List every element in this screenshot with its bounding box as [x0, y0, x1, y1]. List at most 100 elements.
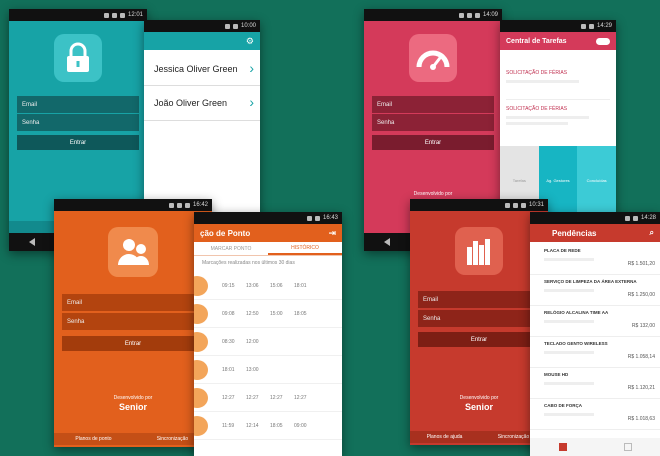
contact-name: João Oliver Green: [154, 98, 228, 108]
day-badge: [194, 332, 208, 352]
day-badge: [194, 388, 208, 408]
status-time: 10:31: [528, 202, 544, 208]
item-value: R$ 1.250,00: [627, 292, 655, 298]
time-cell: 08:30: [222, 338, 235, 345]
time-cell: 12:50: [246, 310, 259, 317]
back-icon[interactable]: [383, 238, 390, 246]
powered-by-text: Desenvolvido por: [459, 395, 499, 401]
phone-red-login: 10:31 Email Senha Entrar Desenvolvido po…: [410, 199, 548, 445]
contacts-app-bar: ⚙: [144, 32, 260, 50]
list-item[interactable]: RELÓGIO ALCALINA TIME AA R$ 132,00: [530, 306, 660, 337]
status-time: 16:43: [322, 215, 338, 221]
time-cell: 12:14: [246, 422, 259, 429]
status-time: 14:29: [596, 23, 612, 29]
footer-link-left[interactable]: Planos de ajuda: [410, 431, 479, 443]
status-bar: 16:43: [194, 212, 342, 224]
password-field[interactable]: Senha: [372, 114, 494, 131]
status-bar: 12:01: [9, 9, 147, 21]
password-field[interactable]: Senha: [62, 313, 204, 330]
login-button[interactable]: Entrar: [372, 135, 494, 150]
table-row[interactable]: 18:01 13:00: [194, 356, 342, 384]
task-entry[interactable]: SOLICITAÇÃO DE FÉRIAS: [506, 102, 610, 142]
time-cell: 18:05: [270, 422, 283, 429]
status-bar: 14:29: [500, 20, 616, 32]
search-icon[interactable]: ⌕: [650, 228, 654, 238]
status-time: 14:28: [640, 215, 656, 221]
table-row[interactable]: 09:15 13:06 15:06 18:01: [194, 272, 342, 300]
time-cell: 09:15: [222, 282, 235, 289]
chevron-right-icon: ›: [249, 94, 254, 110]
login-button[interactable]: Entrar: [418, 332, 540, 347]
bottom-nav: [530, 438, 660, 456]
logout-icon[interactable]: ⇥: [328, 228, 336, 239]
list-item[interactable]: TECLADO GENTO WIRELESS R$ 1.058,14: [530, 337, 660, 368]
chart-bars-icon: [455, 227, 503, 275]
status-bar: 16:42: [54, 199, 212, 211]
list-item[interactable]: Jessica Oliver Green ›: [144, 54, 260, 86]
time-cell: 12:27: [294, 394, 307, 401]
list-item[interactable]: SERVIÇO DE LIMPEZA DA ÁREA EXTERNA R$ 1.2…: [530, 275, 660, 306]
login-footer: Planos de ponto Sincronização: [54, 433, 212, 445]
time-cell: 09:08: [222, 310, 235, 317]
pendencias-app-bar: Pendências ⌕: [530, 224, 660, 242]
back-icon[interactable]: [28, 238, 35, 246]
filter-icon[interactable]: [623, 443, 632, 451]
day-badge: [194, 276, 208, 296]
table-row[interactable]: 12:27 12:27 12:27 12:27: [194, 384, 342, 412]
senior-logo: Senior: [118, 402, 147, 412]
password-field[interactable]: Senha: [418, 310, 540, 327]
table-row[interactable]: 08:30 12:00: [194, 328, 342, 356]
status-time: 10:00: [240, 23, 256, 29]
phone-pendencias: 14:28 Pendências ⌕ PLACA DE REDE R$ 1.501…: [530, 212, 660, 456]
list-item[interactable]: João Oliver Green ›: [144, 87, 260, 121]
item-value: R$ 1.120,21: [627, 385, 655, 391]
chevron-right-icon: ›: [249, 60, 254, 76]
tile-concluidas[interactable]: Concluídas: [577, 146, 616, 214]
footer-link-left[interactable]: Planos de ponto: [54, 433, 133, 445]
gear-icon[interactable]: ⚙: [246, 36, 254, 47]
phone-ponto: 16:43 ção de Ponto ⇥ MARCAR PONTO HISTÓR…: [194, 212, 342, 456]
time-cell: 15:00: [270, 310, 283, 317]
password-field[interactable]: Senha: [17, 114, 139, 131]
item-value: R$ 1.018,63: [627, 416, 655, 422]
status-time: 14:09: [482, 12, 498, 18]
toggle-icon[interactable]: [596, 37, 610, 45]
login-button[interactable]: Entrar: [62, 336, 204, 351]
item-title: PLACA DE REDE: [544, 248, 581, 253]
history-subtitle: Marcações realizadas nos últimos 30 dias: [202, 260, 295, 266]
tab-historico[interactable]: HISTÓRICO: [268, 242, 342, 255]
table-row[interactable]: 11:59 12:14 18:05 09:00: [194, 412, 342, 440]
tab-bar: MARCAR PONTO HISTÓRICO: [194, 242, 342, 256]
email-field[interactable]: Email: [418, 291, 540, 308]
status-time: 12:01: [127, 12, 143, 18]
users-icon: [108, 227, 158, 277]
powered-by-text: Desenvolvido por: [413, 191, 453, 197]
tab-marcar-ponto[interactable]: MARCAR PONTO: [194, 242, 268, 255]
time-cell: 11:59: [222, 422, 235, 429]
status-bar: 10:00: [144, 20, 260, 32]
login-button[interactable]: Entrar: [17, 135, 139, 150]
login-footer: Planos de ajuda Sincronização: [410, 431, 548, 443]
email-field[interactable]: Email: [372, 96, 494, 113]
item-value: R$ 1.058,14: [627, 354, 655, 360]
list-item[interactable]: MOUSE HD R$ 1.120,21: [530, 368, 660, 399]
email-field[interactable]: Email: [62, 294, 204, 311]
page-title: ção de Ponto: [200, 228, 251, 238]
time-cell: 12:00: [246, 338, 259, 345]
email-field[interactable]: Email: [17, 96, 139, 113]
status-time: 16:42: [192, 202, 208, 208]
list-item[interactable]: CABO DE FORÇA R$ 1.018,63: [530, 399, 660, 430]
list-item[interactable]: PLACA DE REDE R$ 1.501,20: [530, 244, 660, 275]
item-title: RELÓGIO ALCALINA TIME AA: [544, 310, 609, 315]
task-entry[interactable]: SOLICITAÇÃO DE FÉRIAS: [506, 56, 610, 100]
time-cell: 13:06: [246, 282, 259, 289]
table-row[interactable]: 09:08 12:50 15:00 18:05: [194, 300, 342, 328]
history-list: 09:15 13:06 15:06 18:01 09:08 12:50 15:00 18:05…: [194, 272, 342, 440]
list-icon[interactable]: [558, 443, 567, 451]
time-cell: 13:00: [246, 366, 259, 373]
status-bar: 10:31: [410, 199, 548, 211]
status-bar: 14:28: [530, 212, 660, 224]
pending-list: PLACA DE REDE R$ 1.501,20 SERVIÇO DE LIMPE…: [530, 244, 660, 430]
powered-by-text: Desenvolvido por: [113, 395, 153, 401]
time-cell: 18:05: [294, 310, 307, 317]
